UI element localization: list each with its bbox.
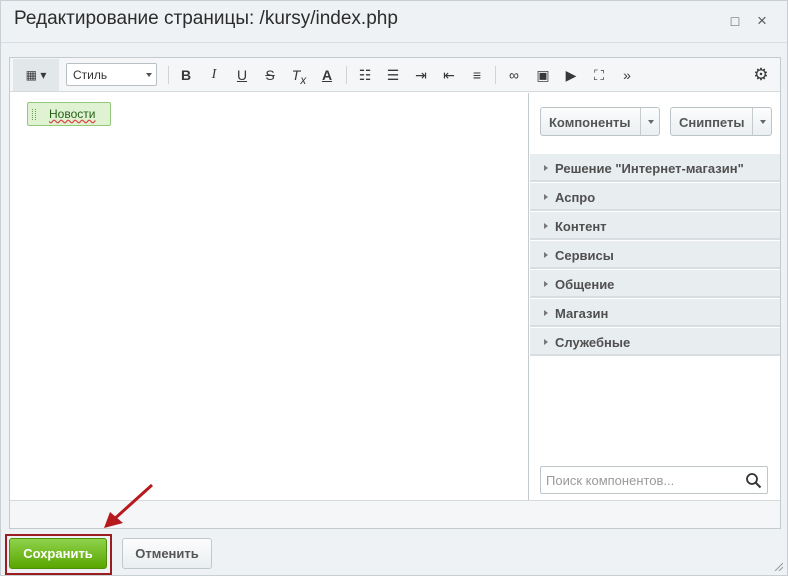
strikethrough-icon[interactable]: S <box>259 64 281 86</box>
clear-format-icon[interactable]: Tx <box>288 64 310 87</box>
cancel-button[interactable]: Отменить <box>122 538 212 569</box>
component-group[interactable]: Служебные <box>530 328 780 357</box>
components-dropdown[interactable] <box>640 108 659 135</box>
image-icon[interactable]: ▣ <box>532 64 554 86</box>
resize-handle-icon[interactable] <box>773 561 783 571</box>
component-group-label: Решение "Интернет-магазин" <box>555 161 744 176</box>
component-search-input[interactable]: Поиск компонентов... <box>540 466 768 494</box>
underline-icon[interactable]: U <box>231 64 253 86</box>
more-icon[interactable]: » <box>616 64 638 86</box>
edit-page-dialog: Редактирование страницы: /kursy/index.ph… <box>0 0 788 576</box>
component-group[interactable]: Общение <box>530 270 780 299</box>
snippets-button-label: Сниппеты <box>679 115 745 130</box>
search-placeholder: Поиск компонентов... <box>546 473 675 488</box>
link-icon[interactable]: ∞ <box>503 64 525 86</box>
toolbar-divider <box>168 66 169 84</box>
news-component-label: Новости <box>49 107 96 121</box>
search-icon[interactable] <box>745 472 762 489</box>
component-group[interactable]: Контент <box>530 212 780 241</box>
indent-icon[interactable]: ⇥ <box>410 64 432 86</box>
chevron-down-icon <box>648 120 654 124</box>
save-button[interactable]: Сохранить <box>9 538 107 569</box>
editor-content-area[interactable]: Новости <box>10 93 529 500</box>
component-group-label: Контент <box>555 219 607 234</box>
dialog-titlebar[interactable]: Редактирование страницы: /kursy/index.ph… <box>1 1 787 43</box>
style-select[interactable]: Стиль <box>66 63 157 86</box>
component-group-label: Аспро <box>555 190 596 205</box>
unordered-list-icon[interactable]: ☰ <box>382 64 404 86</box>
expand-arrow-icon <box>544 252 548 258</box>
style-select-label: Стиль <box>73 68 108 82</box>
component-groups-list: Решение "Интернет-магазин" Аспро Контент… <box>530 154 780 357</box>
annotation-arrow-icon <box>104 483 154 528</box>
component-group-label: Сервисы <box>555 248 614 263</box>
expand-arrow-icon <box>544 194 548 200</box>
toolbar-divider <box>495 66 496 84</box>
bold-icon[interactable]: B <box>175 64 197 86</box>
expand-arrow-icon <box>544 281 548 287</box>
component-group-label: Магазин <box>555 306 609 321</box>
snippets-button[interactable]: Сниппеты <box>670 107 772 136</box>
expand-arrow-icon <box>544 339 548 345</box>
toolbar-divider <box>346 66 347 84</box>
fullscreen-icon[interactable]: ⛶ <box>588 64 610 86</box>
expand-arrow-icon <box>544 310 548 316</box>
view-mode-icon[interactable]: ▦ ▾ <box>13 59 59 91</box>
expand-arrow-icon <box>544 165 548 171</box>
component-group-label: Общение <box>555 277 615 292</box>
expand-arrow-icon <box>544 223 548 229</box>
component-group-label: Служебные <box>555 335 631 350</box>
text-color-icon[interactable]: A <box>316 64 338 86</box>
minimize-icon[interactable]: □ <box>725 11 745 31</box>
components-button[interactable]: Компоненты <box>540 107 660 136</box>
component-group[interactable]: Сервисы <box>530 241 780 270</box>
component-group[interactable]: Магазин <box>530 299 780 328</box>
component-group[interactable]: Решение "Интернет-магазин" <box>530 154 780 183</box>
editor-toolbar: ▦ ▾ Стиль B I U S Tx A ☷ ☰ ⇥ ⇤ ≡ ∞ ▣ ▶ ⛶… <box>10 58 780 92</box>
news-component-block[interactable]: Новости <box>27 102 111 126</box>
settings-gear-icon[interactable]: ⚙ <box>750 64 772 86</box>
align-icon[interactable]: ≡ <box>466 64 488 86</box>
html-editor: ▦ ▾ Стиль B I U S Tx A ☷ ☰ ⇥ ⇤ ≡ ∞ ▣ ▶ ⛶… <box>9 57 781 529</box>
video-icon[interactable]: ▶ <box>560 64 582 86</box>
component-group[interactable]: Аспро <box>530 183 780 212</box>
chevron-down-icon <box>760 120 766 124</box>
snippets-dropdown[interactable] <box>752 108 771 135</box>
dialog-title: Редактирование страницы: /kursy/index.ph… <box>14 8 398 29</box>
drag-handle-icon[interactable] <box>32 109 36 120</box>
close-icon[interactable]: × <box>752 11 772 31</box>
ordered-list-icon[interactable]: ☷ <box>354 64 376 86</box>
components-panel: Компоненты Сниппеты Решение "Интернет-ма… <box>530 93 780 500</box>
chevron-down-icon <box>146 73 152 77</box>
components-button-label: Компоненты <box>549 115 631 130</box>
outdent-icon[interactable]: ⇤ <box>438 64 460 86</box>
italic-icon[interactable]: I <box>203 64 225 86</box>
